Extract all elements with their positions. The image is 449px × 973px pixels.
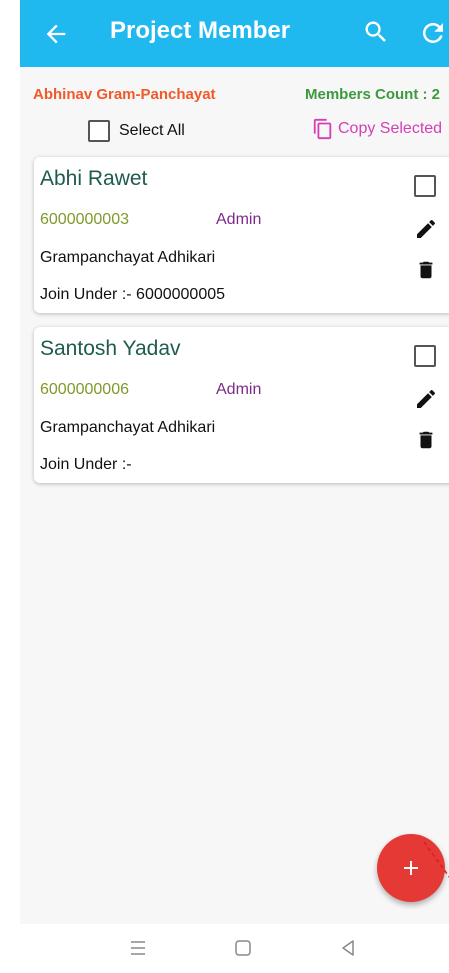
delete-trash-icon[interactable] xyxy=(415,427,437,453)
select-all-checkbox[interactable]: Select All xyxy=(88,120,185,142)
back-arrow-icon[interactable] xyxy=(42,20,70,48)
member-phone: 6000000003 xyxy=(40,211,129,228)
select-all-label: Select All xyxy=(119,122,185,139)
member-phone: 6000000006 xyxy=(40,381,129,398)
member-select-checkbox[interactable] xyxy=(414,175,436,197)
member-join-under: Join Under :- 6000000005 xyxy=(40,286,226,303)
panchayat-name: Abhinav Gram-Panchayat xyxy=(33,86,216,103)
search-icon[interactable] xyxy=(362,18,390,46)
copy-selected-button[interactable]: Copy Selected xyxy=(312,118,442,142)
page-title: Project Member xyxy=(110,17,291,44)
plus-icon xyxy=(404,861,418,875)
app-screen: Project Member Abhinav Gram-Panchayat Me… xyxy=(20,0,449,924)
annotation-line xyxy=(423,841,449,878)
checkbox-icon[interactable] xyxy=(88,120,110,142)
edit-pencil-icon[interactable] xyxy=(414,387,438,411)
refresh-icon[interactable] xyxy=(418,18,448,48)
member-designation: Grampanchayat Adhikari xyxy=(40,419,216,436)
system-nav-bar xyxy=(0,924,449,973)
menu-icon[interactable] xyxy=(127,937,149,959)
app-bar: Project Member xyxy=(20,0,449,67)
members-count: Members Count : 2 xyxy=(305,86,441,103)
back-icon[interactable] xyxy=(337,937,359,959)
member-card[interactable]: Abhi Rawet 6000000003 Admin Grampanchaya… xyxy=(34,157,449,313)
member-join-under: Join Under :- xyxy=(40,456,132,473)
member-name: Santosh Yadav xyxy=(40,337,181,360)
member-card[interactable]: Santosh Yadav 6000000006 Admin Grampanch… xyxy=(34,327,449,483)
member-name: Abhi Rawet xyxy=(40,167,148,190)
member-designation: Grampanchayat Adhikari xyxy=(40,249,216,266)
member-role: Admin xyxy=(216,211,262,228)
summary-bar: Abhinav Gram-Panchayat Members Count : 2… xyxy=(20,67,449,149)
edit-pencil-icon[interactable] xyxy=(414,217,438,241)
delete-trash-icon[interactable] xyxy=(415,257,437,283)
member-role: Admin xyxy=(216,381,262,398)
copy-selected-label: Copy Selected xyxy=(338,120,443,137)
copy-icon xyxy=(313,118,332,140)
member-select-checkbox[interactable] xyxy=(414,345,436,367)
home-icon[interactable] xyxy=(232,937,254,959)
